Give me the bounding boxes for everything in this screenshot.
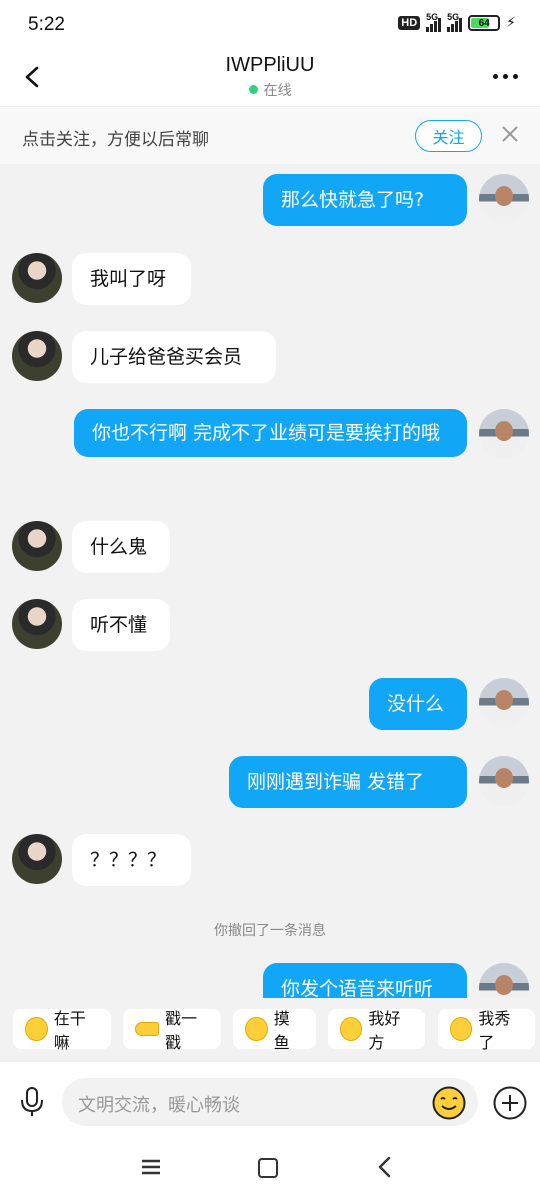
- message-bubble-outgoing[interactable]: 你也不行啊 完成不了业绩可是要挨打的哦: [74, 409, 467, 457]
- nav-back-icon[interactable]: [375, 1156, 395, 1178]
- message-input-placeholder: 文明交流，暖心畅谈: [78, 1095, 240, 1116]
- my-avatar[interactable]: [479, 963, 529, 998]
- my-avatar[interactable]: [479, 678, 529, 728]
- battery-level: 64: [478, 17, 490, 29]
- signal-icon: 5G: [426, 12, 442, 32]
- battery-icon: 64: [468, 15, 501, 31]
- contact-name: IWPPliUU: [225, 54, 315, 76]
- contact-avatar[interactable]: [12, 253, 62, 303]
- microphone-icon[interactable]: [18, 1086, 46, 1118]
- emoji-icon: [450, 1017, 473, 1041]
- contact-avatar[interactable]: [12, 599, 62, 649]
- presence-status: 在线: [0, 80, 540, 100]
- my-avatar[interactable]: [479, 174, 529, 224]
- contact-avatar[interactable]: [12, 331, 62, 381]
- recall-notice: 你撤回了一条消息: [214, 923, 326, 939]
- presence-label: 在线: [263, 83, 292, 99]
- add-attachment-icon[interactable]: [493, 1086, 527, 1120]
- message-bubble-outgoing[interactable]: 刚刚遇到诈骗 发错了: [229, 756, 467, 808]
- recent-apps-icon[interactable]: [140, 1158, 162, 1176]
- more-options-icon[interactable]: [493, 74, 518, 79]
- hd-icon: HD: [398, 16, 421, 30]
- quick-reply-chip[interactable]: 我秀了: [438, 1009, 535, 1052]
- status-icons: HD 5G 5G 64 ⚡: [398, 12, 516, 32]
- message-bubble-incoming[interactable]: 听不懂: [72, 599, 170, 651]
- emoji-icon: [340, 1017, 363, 1041]
- message-bubble-incoming[interactable]: 什么鬼: [72, 521, 170, 573]
- home-icon[interactable]: [258, 1158, 278, 1178]
- contact-avatar[interactable]: [12, 521, 62, 571]
- network-label-2: 5G: [447, 12, 460, 22]
- emoji-icon: [245, 1017, 268, 1041]
- message-bubble-outgoing[interactable]: 没什么: [369, 678, 467, 730]
- network-label: 5G: [426, 12, 439, 22]
- status-time: 5:22: [28, 14, 65, 35]
- quick-reply-label: 我秀了: [478, 1009, 511, 1052]
- system-nav-bar: [0, 1142, 540, 1188]
- close-banner-icon[interactable]: [500, 124, 520, 144]
- message-list[interactable]: 那么快就急了吗? 我叫了呀 儿子给爸爸买会员 你也不行啊 完成不了业绩可是要挨打…: [0, 164, 540, 998]
- follow-button[interactable]: 关注: [415, 120, 482, 152]
- message-bubble-outgoing[interactable]: 你发个语音来听听: [263, 963, 467, 998]
- quick-reply-label: 戳一戳: [165, 1009, 198, 1052]
- my-avatar[interactable]: [479, 756, 529, 806]
- message-bubble-incoming[interactable]: ？？？？: [72, 834, 191, 886]
- poke-hand-icon: [135, 1022, 159, 1036]
- message-bubble-outgoing[interactable]: 那么快就急了吗?: [263, 174, 467, 226]
- contact-avatar[interactable]: [12, 834, 62, 884]
- quick-reply-chip[interactable]: 戳一戳: [123, 1009, 221, 1052]
- message-input[interactable]: 文明交流，暖心畅谈: [62, 1078, 478, 1126]
- input-bar: 文明交流，暖心畅谈: [0, 1062, 540, 1142]
- quick-reply-chip[interactable]: 在干嘛: [13, 1009, 111, 1052]
- status-bar: 5:22 HD 5G 5G 64 ⚡: [0, 0, 540, 50]
- quick-reply-chip[interactable]: 摸鱼: [233, 1009, 316, 1052]
- charging-icon: ⚡: [506, 15, 516, 31]
- my-avatar[interactable]: [479, 409, 529, 459]
- quick-reply-label: 我好方: [368, 1009, 401, 1052]
- quick-reply-chip[interactable]: 我好方: [328, 1009, 425, 1052]
- quick-reply-label: 在干嘛: [53, 1009, 86, 1052]
- follow-prompt: 点击关注，方便以后常聊: [22, 130, 209, 150]
- message-bubble-incoming[interactable]: 儿子给爸爸买会员: [72, 331, 276, 383]
- online-dot-icon: [248, 85, 258, 94]
- emoji-icon: [25, 1017, 48, 1041]
- emoji-picker-icon[interactable]: [432, 1086, 466, 1120]
- message-bubble-incoming[interactable]: 我叫了呀: [72, 253, 191, 305]
- signal-icon-2: 5G: [447, 12, 463, 32]
- follow-banner: 点击关注，方便以后常聊 关注: [0, 106, 540, 164]
- quick-reply-label: 摸鱼: [273, 1009, 290, 1052]
- chat-header: IWPPliUU 在线: [0, 50, 540, 106]
- quick-reply-bar: 在干嘛 戳一戳 摸鱼 我好方 我秀了: [0, 1000, 540, 1062]
